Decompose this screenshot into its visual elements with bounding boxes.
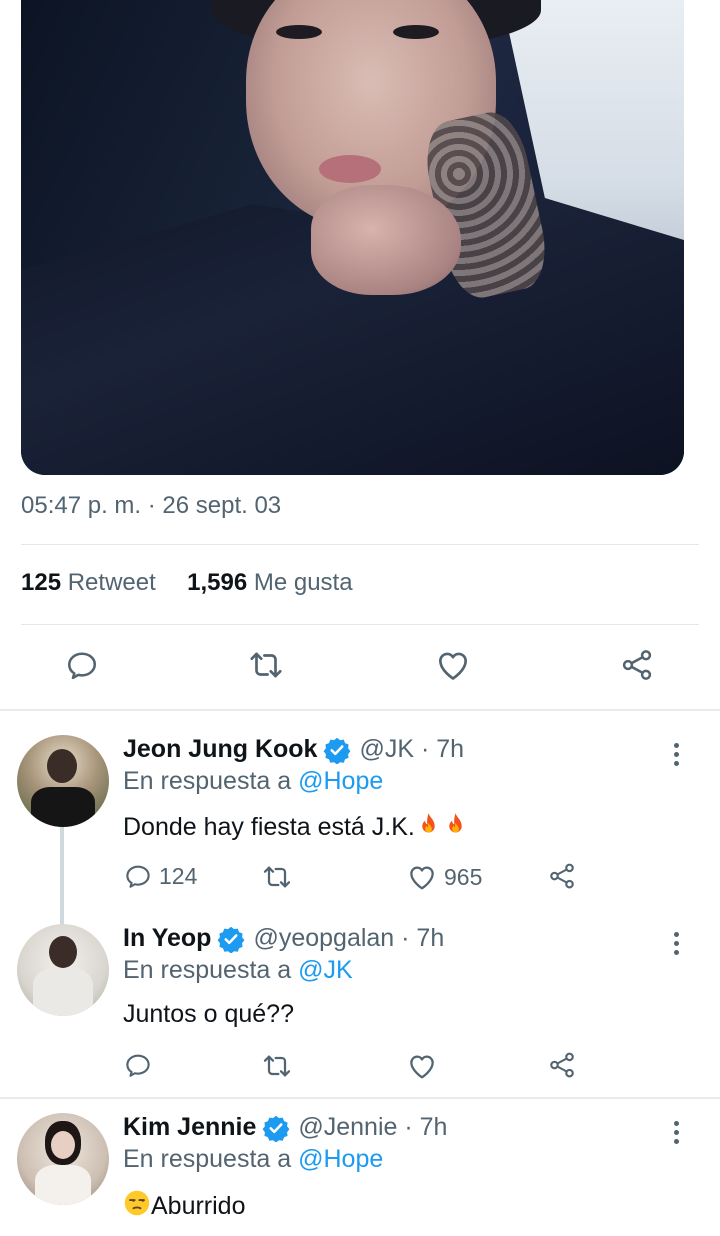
like-button[interactable] xyxy=(433,645,473,685)
retweets-count: 125 xyxy=(21,569,62,596)
reply-icon xyxy=(64,647,100,683)
image-eye-right xyxy=(393,25,439,39)
reply-button[interactable] xyxy=(123,1050,153,1080)
verified-badge-icon xyxy=(262,1114,290,1142)
more-vertical-icon[interactable] xyxy=(674,743,682,770)
reply-text-content: Aburrido xyxy=(151,1192,246,1220)
author-handle[interactable]: @Jennie · 7h xyxy=(298,1113,447,1142)
share-icon xyxy=(547,1050,577,1080)
reply-icon xyxy=(123,1050,153,1080)
tweet-timestamp[interactable]: 05:47 p. m. · 26 sept. 03 xyxy=(21,492,281,520)
reply-text-content: Donde hay fiesta está J.K. xyxy=(123,813,415,841)
share-button[interactable] xyxy=(617,645,657,685)
reply-text: Juntos o qué?? xyxy=(123,1000,294,1028)
share-icon xyxy=(619,647,655,683)
retweet-icon xyxy=(261,1050,293,1082)
in-reply-to: En respuesta a @Hope xyxy=(123,767,383,796)
avatar[interactable] xyxy=(17,1113,109,1205)
in-reply-prefix: En respuesta a xyxy=(123,767,292,795)
reply-header: Jeon Jung Kook @JK · 7h xyxy=(123,735,464,764)
retweets-stat[interactable]: 125 Retweet xyxy=(21,569,156,596)
tweet-action-bar xyxy=(0,645,720,691)
reply-action-bar: 124 965 xyxy=(123,861,603,895)
image-lips xyxy=(319,155,381,183)
reply-header: In Yeop @yeopgalan · 7h xyxy=(123,924,444,953)
thread-connector xyxy=(60,826,64,926)
divider xyxy=(21,624,699,625)
mention-link[interactable]: @JK xyxy=(298,956,353,984)
fire-emoji xyxy=(415,811,442,838)
author-handle[interactable]: @JK · 7h xyxy=(359,735,464,764)
author-handle[interactable]: @yeopgalan · 7h xyxy=(253,924,444,953)
author-name[interactable]: In Yeop xyxy=(123,924,211,953)
fire-emoji xyxy=(442,811,469,838)
in-reply-to: En respuesta a @JK xyxy=(123,956,353,985)
divider xyxy=(21,544,699,545)
reply-icon xyxy=(123,861,153,891)
retweet-icon xyxy=(261,861,293,893)
unamused-face-emoji xyxy=(123,1189,151,1217)
likes-label: Me gusta xyxy=(253,569,353,596)
retweet-button[interactable] xyxy=(261,861,293,893)
divider xyxy=(0,709,720,711)
avatar[interactable] xyxy=(17,924,109,1016)
in-reply-prefix: En respuesta a xyxy=(123,956,292,984)
retweet-icon xyxy=(247,646,285,684)
retweet-button[interactable] xyxy=(246,645,286,685)
likes-count: 1,596 xyxy=(187,569,248,596)
retweets-label: Retweet xyxy=(67,569,156,596)
mention-link[interactable]: @Hope xyxy=(298,767,383,795)
share-button[interactable] xyxy=(547,861,577,891)
tweet-media-image[interactable] xyxy=(21,0,684,475)
reply-header: Kim Jennie @Jennie · 7h xyxy=(123,1113,447,1142)
author-name[interactable]: Jeon Jung Kook xyxy=(123,735,317,764)
share-icon xyxy=(547,861,577,891)
heart-icon xyxy=(434,646,472,684)
mention-link[interactable]: @Hope xyxy=(298,1145,383,1173)
divider xyxy=(0,1097,720,1099)
more-vertical-icon[interactable] xyxy=(674,1121,682,1148)
verified-badge-icon xyxy=(217,925,245,953)
reply-count: 124 xyxy=(159,862,198,889)
author-name[interactable]: Kim Jennie xyxy=(123,1113,256,1142)
reply-button[interactable]: 124 xyxy=(123,861,197,891)
in-reply-to: En respuesta a @Hope xyxy=(123,1145,383,1174)
heart-icon xyxy=(406,861,438,893)
like-button[interactable] xyxy=(406,1050,438,1082)
image-eye-left xyxy=(276,25,322,39)
reply-text: Aburrido xyxy=(123,1189,246,1221)
heart-icon xyxy=(406,1050,438,1082)
image-hand xyxy=(311,185,461,295)
reply-button[interactable] xyxy=(62,645,102,685)
retweet-button[interactable] xyxy=(261,1050,293,1082)
more-vertical-icon[interactable] xyxy=(674,932,682,959)
share-button[interactable] xyxy=(547,1050,577,1080)
reply-action-bar xyxy=(123,1050,603,1084)
verified-badge-icon xyxy=(323,736,351,764)
avatar[interactable] xyxy=(17,735,109,827)
tweet-stats: 125 Retweet 1,596 Me gusta xyxy=(21,569,353,597)
like-count: 965 xyxy=(444,863,483,890)
like-button[interactable]: 965 xyxy=(406,861,482,893)
reply-text: Donde hay fiesta está J.K. xyxy=(123,811,469,842)
in-reply-prefix: En respuesta a xyxy=(123,1145,292,1173)
likes-stat[interactable]: 1,596 Me gusta xyxy=(187,569,352,596)
